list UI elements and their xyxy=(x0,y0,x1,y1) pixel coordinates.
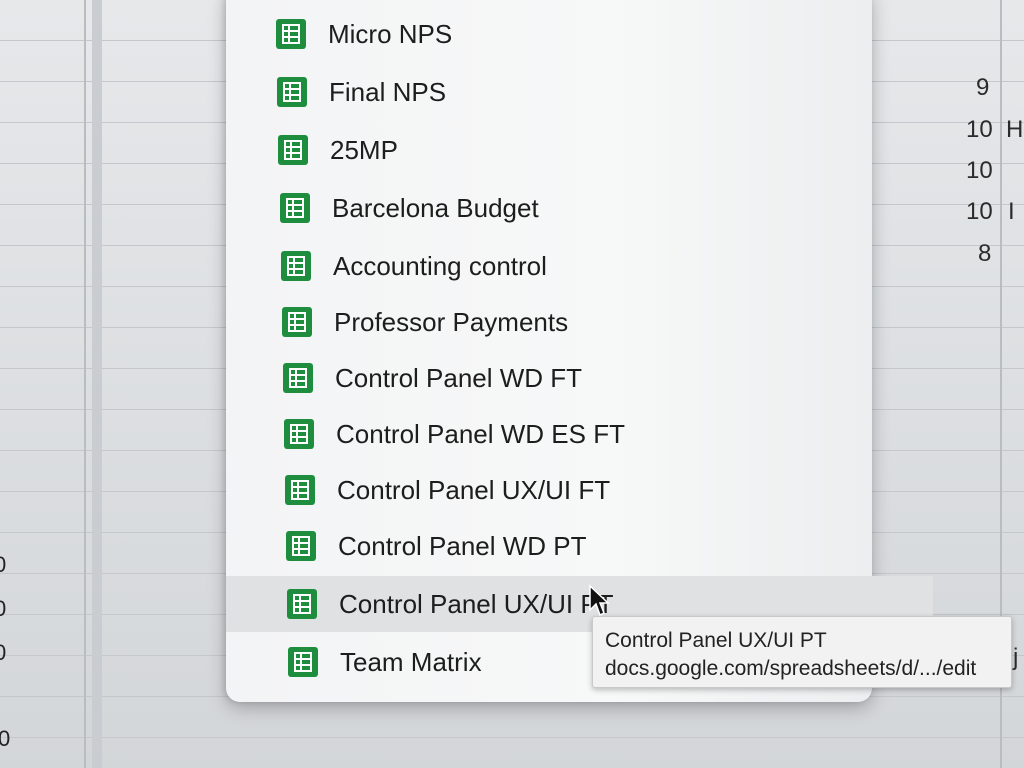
menu-item-label: Control Panel UX/UI FT xyxy=(337,474,611,505)
menu-item-label: Micro NPS xyxy=(328,18,453,49)
cell-partial-value[interactable]: 0 xyxy=(0,552,6,578)
google-sheets-icon xyxy=(277,77,307,107)
mouse-pointer-icon xyxy=(589,584,610,617)
column-divider xyxy=(84,0,86,768)
menu-item-label: Control Panel WD ES FT xyxy=(336,418,625,449)
google-sheets-icon xyxy=(282,307,312,337)
menu-item-label: Team Matrix xyxy=(340,646,482,677)
cell-value[interactable]: 8 xyxy=(978,240,991,268)
google-sheets-icon xyxy=(287,589,317,619)
menu-item-final-nps[interactable]: Final NPS xyxy=(226,64,923,120)
google-sheets-icon xyxy=(278,135,308,165)
menu-item-micro-nps[interactable]: Micro NPS xyxy=(226,6,922,62)
menu-item-label: Final NPS xyxy=(329,76,447,107)
cell-partial-value[interactable]: 0 xyxy=(0,726,10,752)
column-divider xyxy=(92,0,102,768)
cell-partial-value[interactable]: 0 xyxy=(0,640,6,666)
cell-value[interactable]: 9 xyxy=(976,74,989,102)
cell-value[interactable]: 10 xyxy=(966,116,993,144)
google-sheets-icon xyxy=(286,531,316,561)
link-tooltip: Control Panel UX/UI PT docs.google.com/s… xyxy=(592,616,1012,688)
menu-item-professor-payments[interactable]: Professor Payments xyxy=(226,294,928,350)
google-sheets-icon xyxy=(283,363,313,393)
menu-item-label: Control Panel WD PT xyxy=(338,530,587,561)
cell-value[interactable]: 10 xyxy=(966,157,993,185)
google-sheets-icon xyxy=(288,647,318,677)
menu-item-label: Professor Payments xyxy=(334,306,569,337)
cell-value[interactable]: 10 xyxy=(966,198,993,226)
google-sheets-icon xyxy=(276,19,306,49)
cell-partial-text[interactable]: I xyxy=(1008,198,1015,226)
cell-partial-text[interactable]: H xyxy=(1006,116,1023,144)
menu-item-control-panel-wd-es-ft[interactable]: Control Panel WD ES FT xyxy=(226,406,930,462)
cell-partial-value[interactable]: 0 xyxy=(0,596,6,622)
cell-partial-text[interactable]: j xyxy=(1013,644,1018,672)
menu-item-25mp[interactable]: 25MP xyxy=(226,122,924,178)
menu-item-label: Control Panel WD FT xyxy=(335,362,583,393)
google-sheets-icon xyxy=(284,419,314,449)
menu-item-control-panel-uxui-ft[interactable]: Control Panel UX/UI FT xyxy=(226,462,931,518)
menu-item-label: Barcelona Budget xyxy=(332,192,539,223)
tooltip-title: Control Panel UX/UI PT xyxy=(605,629,827,652)
tooltip-url: docs.google.com/spreadsheets/d/.../edit xyxy=(605,657,977,680)
recent-files-dropdown: Micro NPS Final NPS 25MP Barcelona Budge… xyxy=(226,0,933,702)
menu-item-barcelona-budget[interactable]: Barcelona Budget xyxy=(226,180,926,236)
menu-item-label: Control Panel UX/UI PT xyxy=(339,588,614,619)
google-sheets-icon xyxy=(281,251,311,281)
google-sheets-icon xyxy=(285,475,315,505)
menu-item-control-panel-wd-ft[interactable]: Control Panel WD FT xyxy=(226,350,929,406)
menu-item-accounting-control[interactable]: Accounting control xyxy=(226,238,927,294)
menu-item-label: 25MP xyxy=(330,134,398,165)
google-sheets-icon xyxy=(280,193,310,223)
menu-item-control-panel-wd-pt[interactable]: Control Panel WD PT xyxy=(226,518,932,574)
menu-item-label: Accounting control xyxy=(333,250,547,281)
